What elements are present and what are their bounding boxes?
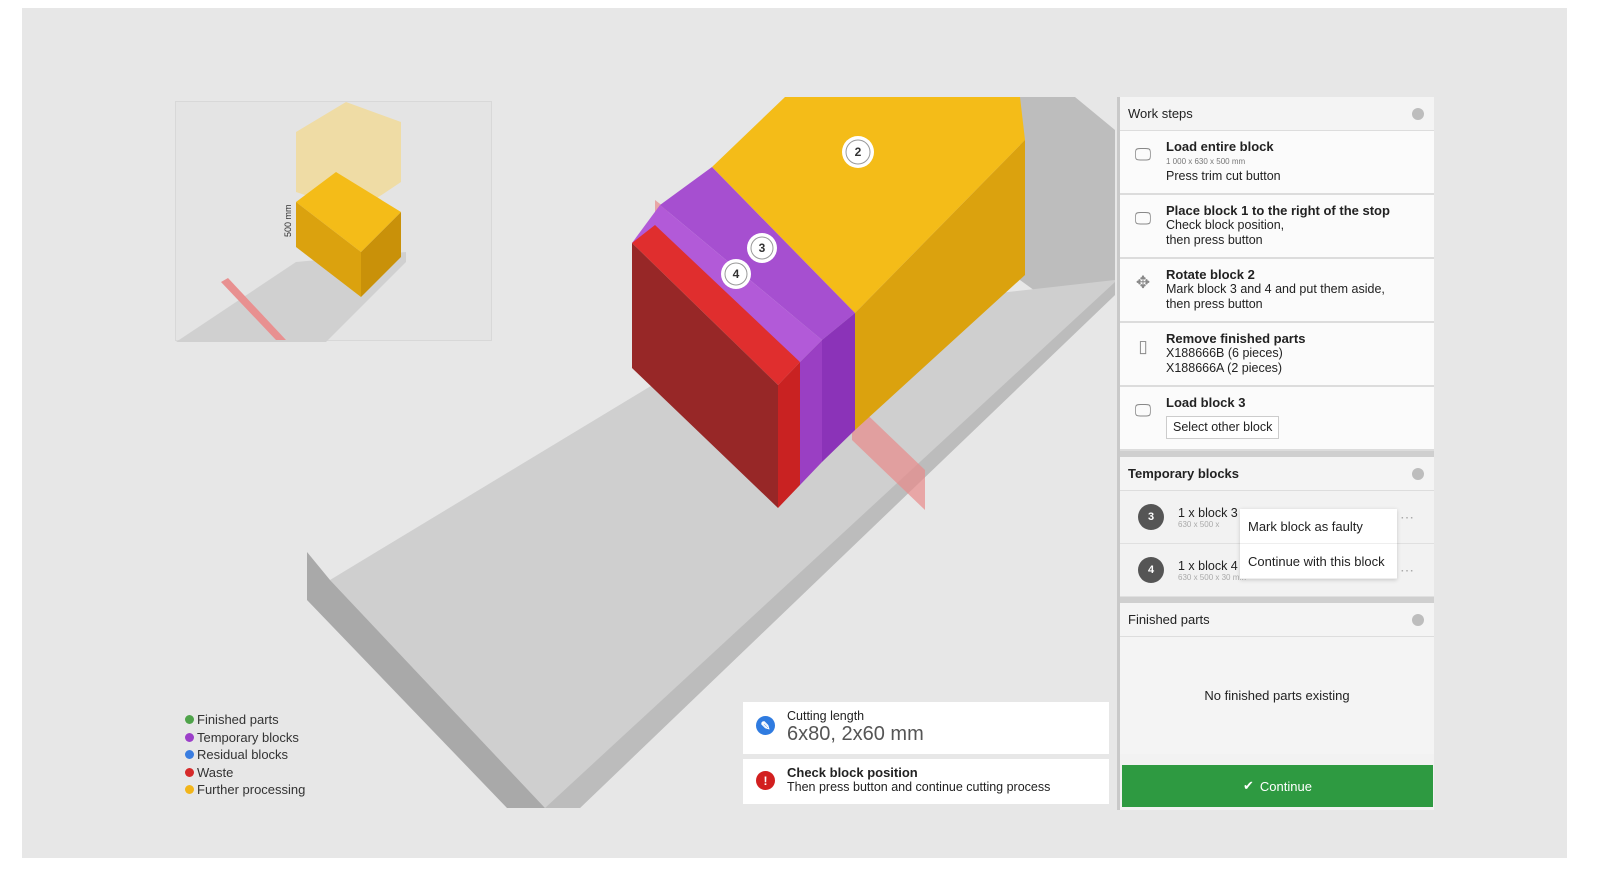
temporary-dot-icon (185, 732, 194, 742)
legend-item: Waste (185, 764, 305, 782)
move-icon: ✥ (1135, 273, 1151, 292)
block-label-2[interactable]: 2 (842, 136, 874, 168)
check-icon: ✔ (1243, 778, 1254, 793)
alert-message: Then press button and continue cutting p… (787, 780, 1051, 794)
temporary-blocks-header[interactable]: Temporary blocks (1120, 457, 1434, 491)
alert-panel: ! Check block position Then press button… (743, 759, 1109, 804)
alert-title: Check block position (787, 765, 918, 780)
finished-parts-header[interactable]: Finished parts (1120, 603, 1434, 637)
monitor-icon: 🖵 (1134, 209, 1152, 228)
block-4-front (800, 340, 822, 485)
step-rotate-block-2[interactable]: ✥ Rotate block 2 Mark block 3 and 4 and … (1120, 259, 1434, 323)
block-badge: 3 (1138, 504, 1164, 530)
further-dot-icon (185, 785, 194, 795)
block-context-menu: Mark block as faulty Continue with this … (1240, 509, 1397, 579)
step-place-block-1[interactable]: 🖵 Place block 1 to the right of the stop… (1120, 195, 1434, 259)
collapse-icon[interactable] (1412, 107, 1424, 120)
cutting-length-label: Cutting length (787, 709, 865, 723)
continue-with-block-menu-item[interactable]: Continue with this block (1240, 544, 1397, 579)
preview-scene: 500 mm (176, 102, 406, 342)
residual-dot-icon (185, 750, 194, 760)
legend-item: Temporary blocks (185, 729, 305, 747)
block-label-4[interactable]: 4 (721, 259, 751, 289)
step-load-block-3[interactable]: 🖵 Load block 3 Select other block (1120, 387, 1434, 451)
more-options-icon[interactable]: ⋯ (1400, 562, 1414, 579)
legend: Finished parts Temporary blocks Residual… (185, 711, 305, 799)
continue-button[interactable]: ✔ Continue (1122, 765, 1433, 807)
work-steps-header[interactable]: Work steps (1120, 97, 1434, 131)
legend-item: Finished parts (185, 711, 305, 729)
no-finished-parts-message: No finished parts existing (1120, 637, 1434, 754)
cutting-length-panel: ✎ Cutting length 6x80, 2x60 mm (743, 702, 1109, 754)
cutting-length-value: 6x80, 2x60 mm (787, 723, 924, 745)
mark-faulty-menu-item[interactable]: Mark block as faulty (1240, 509, 1397, 544)
finished-dot-icon (185, 715, 194, 725)
svg-text:4: 4 (733, 267, 740, 281)
monitor-icon: 🖵 (1134, 401, 1152, 420)
preview-thumbnail[interactable]: 500 mm (175, 101, 492, 342)
svg-text:3: 3 (759, 241, 766, 255)
remove-parts-icon: ▯ (1138, 337, 1148, 356)
collapse-icon[interactable] (1412, 613, 1424, 626)
work-steps-title: Work steps (1128, 106, 1193, 121)
block-badge: 4 (1138, 557, 1164, 583)
waste-dot-icon (185, 767, 194, 777)
finished-parts-title: Finished parts (1128, 612, 1210, 627)
alert-icon: ! (756, 771, 775, 790)
waste-side (778, 362, 800, 508)
temporary-blocks-title: Temporary blocks (1128, 466, 1240, 481)
svg-text:500 mm: 500 mm (283, 204, 293, 237)
more-options-icon[interactable]: ⋯ (1400, 509, 1414, 526)
step-remove-finished-parts[interactable]: ▯ Remove finished parts X188666B (6 piec… (1120, 323, 1434, 387)
block-label-3[interactable]: 3 (747, 233, 777, 263)
side-panel: Work steps 🖵 Load entire block 1 000 x 6… (1117, 97, 1434, 810)
legend-item: Residual blocks (185, 746, 305, 764)
edit-icon: ✎ (756, 716, 775, 735)
select-other-block-button[interactable]: Select other block (1166, 416, 1280, 439)
legend-item: Further processing (185, 781, 305, 799)
monitor-icon: 🖵 (1134, 145, 1152, 164)
step-load-entire-block[interactable]: 🖵 Load entire block 1 000 x 630 x 500 mm… (1120, 131, 1434, 195)
collapse-icon[interactable] (1412, 467, 1424, 480)
svg-text:2: 2 (855, 145, 862, 159)
